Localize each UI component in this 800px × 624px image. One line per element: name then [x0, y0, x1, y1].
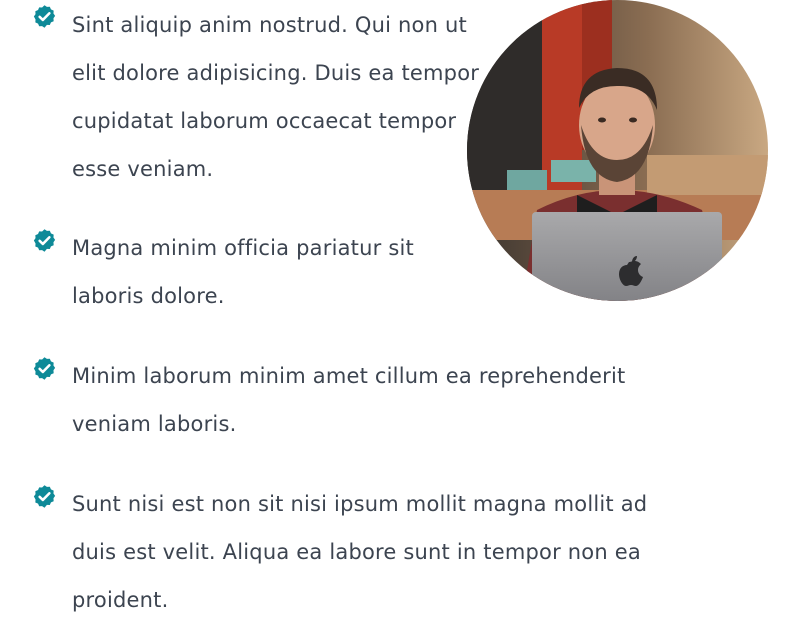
check-badge-icon [32, 356, 57, 381]
list-item-text: Magna minim officia pariatur sit laboris… [72, 236, 414, 308]
list-item: Minim laborum minim amet cillum ea repre… [0, 354, 800, 454]
list-item-text: Sint aliquip anim nostrud. Qui non ut el… [72, 13, 480, 181]
man-with-laptop-image [467, 0, 768, 301]
profile-photo [467, 0, 768, 301]
list-item: Sunt nisi est non sit nisi ipsum mollit … [0, 482, 800, 624]
check-badge-icon [32, 484, 57, 509]
check-badge-icon [32, 4, 57, 29]
list-item-text: Sunt nisi est non sit nisi ipsum mollit … [72, 492, 648, 612]
check-badge-icon [32, 228, 57, 253]
list-item-text: Minim laborum minim amet cillum ea repre… [72, 364, 626, 436]
